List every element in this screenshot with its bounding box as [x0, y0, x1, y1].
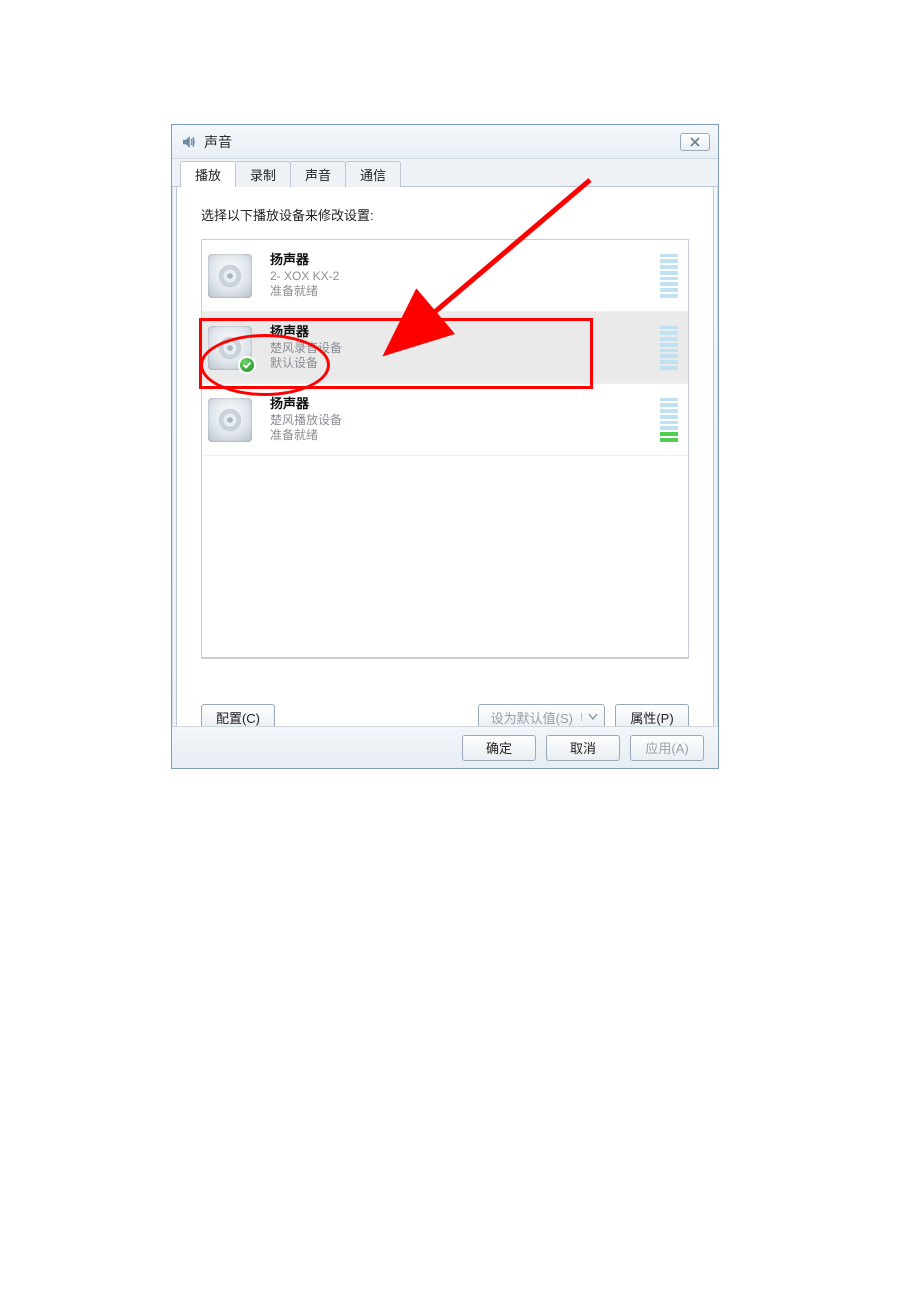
tab-label: 声音 [305, 168, 331, 183]
tab-communications[interactable]: 通信 [345, 161, 401, 187]
device-text: 扬声器 2- XOX KX-2 准备就绪 [270, 252, 652, 298]
apply-button[interactable]: 应用(A) [630, 735, 704, 761]
chevron-down-icon [581, 713, 598, 721]
speaker-icon [208, 398, 252, 442]
tab-label: 通信 [360, 168, 386, 183]
device-title: 扬声器 [270, 252, 652, 268]
device-list[interactable]: 扬声器 2- XOX KX-2 准备就绪 扬声器 楚风录音设备 默认设备 [201, 239, 689, 659]
device-title: 扬声器 [270, 324, 652, 340]
device-subtitle: 楚风播放设备 [270, 413, 652, 428]
sound-icon [180, 133, 198, 151]
instruction-text: 选择以下播放设备来修改设置: [177, 187, 713, 234]
device-status: 准备就绪 [270, 284, 652, 299]
default-check-icon [238, 356, 256, 374]
device-row[interactable]: 扬声器 楚风播放设备 准备就绪 [202, 384, 688, 456]
tab-body-playback: 选择以下播放设备来修改设置: 扬声器 2- XOX KX-2 准备就绪 [176, 187, 714, 745]
tabs-row: 播放 录制 声音 通信 [172, 159, 718, 187]
titlebar: 声音 [172, 125, 718, 159]
device-subtitle: 2- XOX KX-2 [270, 269, 652, 284]
cancel-button[interactable]: 取消 [546, 735, 620, 761]
device-text: 扬声器 楚风录音设备 默认设备 [270, 324, 652, 370]
level-meter [660, 398, 678, 442]
device-text: 扬声器 楚风播放设备 准备就绪 [270, 396, 652, 442]
device-status: 准备就绪 [270, 428, 652, 443]
tab-label: 播放 [195, 168, 221, 183]
tab-playback[interactable]: 播放 [180, 161, 236, 187]
device-row[interactable]: 扬声器 楚风录音设备 默认设备 [202, 312, 688, 384]
device-subtitle: 楚风录音设备 [270, 341, 652, 356]
tab-recording[interactable]: 录制 [235, 161, 291, 187]
sound-dialog: 声音 播放 录制 声音 通信 选择以下播放设备来修改设置: 扬声器 2- XOX… [171, 124, 719, 769]
dialog-footer: 确定 取消 应用(A) [172, 726, 718, 768]
level-meter [660, 326, 678, 370]
close-icon [689, 137, 701, 147]
set-default-label: 设为默认值(S) [491, 708, 573, 727]
speaker-icon [208, 254, 252, 298]
ok-button[interactable]: 确定 [462, 735, 536, 761]
level-meter [660, 254, 678, 298]
device-row[interactable]: 扬声器 2- XOX KX-2 准备就绪 [202, 240, 688, 312]
tab-sounds[interactable]: 声音 [290, 161, 346, 187]
device-status: 默认设备 [270, 356, 652, 371]
close-button[interactable] [680, 133, 710, 151]
device-title: 扬声器 [270, 396, 652, 412]
speaker-icon [208, 326, 252, 370]
window-title: 声音 [204, 132, 232, 152]
tab-label: 录制 [250, 168, 276, 183]
